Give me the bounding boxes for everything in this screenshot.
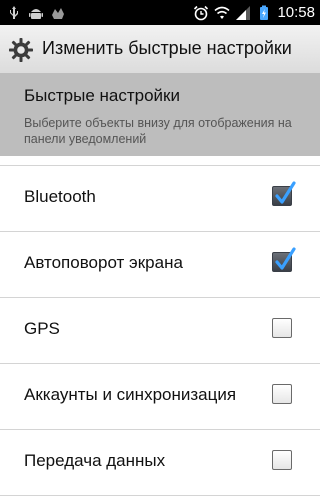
checkmark-icon xyxy=(275,181,296,204)
clock-time: 10:58 xyxy=(277,4,315,21)
section-title: Быстрые настройки xyxy=(24,86,180,105)
gear-icon xyxy=(9,38,33,62)
battery-icon xyxy=(260,5,269,20)
title-bar: Изменить быстрые настройки xyxy=(0,25,320,74)
checkmark-icon xyxy=(275,247,296,270)
list-item-auto-rotate[interactable]: Автоповорот экрана xyxy=(0,232,320,298)
page-title: Изменить быстрые настройки xyxy=(42,38,292,58)
wifi-icon xyxy=(214,6,230,19)
signal-icon xyxy=(236,5,251,20)
list-item-label: Аккаунты и синхронизация xyxy=(24,385,237,404)
android-icon xyxy=(29,8,43,19)
auto-rotate-checkbox[interactable] xyxy=(272,247,296,272)
list-item-accounts-sync[interactable]: Аккаунты и синхронизация xyxy=(0,364,320,430)
usb-icon xyxy=(10,5,18,19)
settings-list: Bluetooth Автоповорот экрана GPS Аккаунт… xyxy=(0,166,320,496)
list-item-label: Автоповорот экрана xyxy=(24,253,183,272)
alarm-icon xyxy=(194,5,209,20)
status-bar-right: 10:58 xyxy=(193,2,315,23)
section-header: Быстрые настройки Выберите объекты внизу… xyxy=(0,74,320,156)
gps-checkbox[interactable] xyxy=(272,318,292,338)
list-item-label: Передача данных xyxy=(24,451,166,470)
section-description: Выберите объекты внизу для отображения н… xyxy=(24,116,292,146)
debug-icon xyxy=(52,7,64,19)
status-bar-left xyxy=(6,2,66,23)
accounts-sync-checkbox[interactable] xyxy=(272,384,292,404)
status-bar: 10:58 xyxy=(0,0,320,25)
list-item-label: GPS xyxy=(24,319,60,338)
list-item-bluetooth[interactable]: Bluetooth xyxy=(0,166,320,232)
list-item-label: Bluetooth xyxy=(24,187,96,206)
list-item-gps[interactable]: GPS xyxy=(0,298,320,364)
bluetooth-checkbox[interactable] xyxy=(272,181,296,206)
list-item-data-transfer[interactable]: Передача данных xyxy=(0,430,320,496)
data-transfer-checkbox[interactable] xyxy=(272,450,292,470)
